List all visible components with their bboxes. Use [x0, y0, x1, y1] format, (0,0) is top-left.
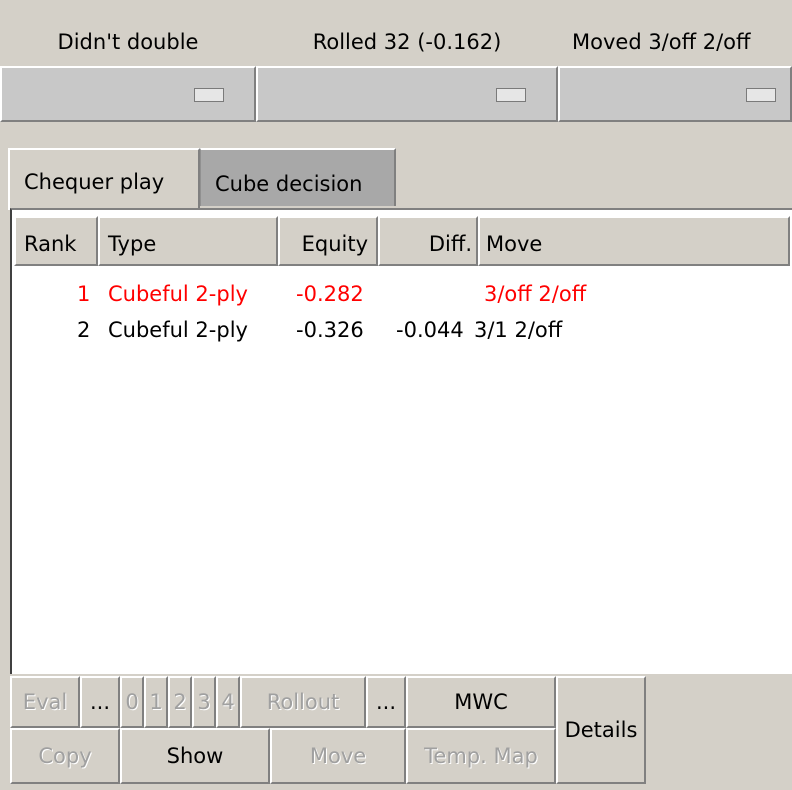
column-header-equity[interactable]: Equity — [278, 216, 378, 266]
details-button-label: Details — [564, 718, 638, 742]
row-equity: -0.282 — [296, 282, 364, 306]
show-button[interactable]: Show — [120, 728, 270, 784]
rollout-button-label: Rollout — [266, 690, 340, 714]
tab-cube-decision-label: Cube decision — [215, 172, 363, 196]
tab-chequer-play[interactable]: Chequer play — [8, 148, 200, 210]
temp-map-button-label: Temp. Map — [424, 744, 538, 768]
table-row[interactable]: 1 Cubeful 2-ply -0.282 3/off 2/off — [12, 282, 792, 316]
roll-status-button[interactable] — [256, 66, 558, 122]
eval-settings-button[interactable]: ... — [80, 676, 120, 728]
tab-cube-decision[interactable]: Cube decision — [200, 148, 396, 206]
column-header-type-label: Type — [108, 232, 157, 256]
row-rank: 1 — [77, 282, 91, 306]
eval-button[interactable]: Eval — [10, 676, 80, 728]
double-status-button[interactable] — [0, 66, 256, 122]
ply-2-button[interactable]: 2 — [168, 676, 192, 728]
column-header-equity-label: Equity — [301, 232, 368, 256]
eval-button-label: Eval — [22, 690, 68, 714]
rollout-settings-label: ... — [375, 690, 397, 714]
move-button-label: Move — [309, 744, 367, 768]
move-status: Moved 3/off 2/off — [558, 0, 792, 128]
row-type: Cubeful 2-ply — [108, 318, 248, 342]
rollout-button[interactable]: Rollout — [240, 676, 366, 728]
mwc-button[interactable]: MWC — [406, 676, 556, 728]
column-header-diff-label: Diff. — [428, 232, 472, 256]
move-status-label: Moved 3/off 2/off — [572, 30, 751, 54]
indicator-led-icon — [194, 88, 224, 102]
row-equity: -0.326 — [296, 318, 364, 342]
row-diff: -0.044 — [396, 318, 464, 342]
show-button-label: Show — [166, 744, 224, 768]
ply-2-label: 2 — [173, 690, 187, 714]
table-row[interactable]: 2 Cubeful 2-ply -0.326 -0.044 3/1 2/off — [12, 318, 792, 352]
move-status-button[interactable] — [558, 66, 792, 122]
column-header-rank-label: Rank — [24, 232, 77, 256]
ply-3-label: 3 — [197, 690, 211, 714]
temp-map-button[interactable]: Temp. Map — [406, 728, 556, 784]
ply-4-label: 4 — [221, 690, 235, 714]
ply-0-button[interactable]: 0 — [120, 676, 144, 728]
indicator-led-icon — [496, 88, 526, 102]
column-header-move-label: Move — [486, 232, 543, 256]
ply-3-button[interactable]: 3 — [192, 676, 216, 728]
eval-settings-label: ... — [89, 690, 111, 714]
move-list[interactable]: Rank Type Equity Diff. Move 1 Cubeful 2-… — [10, 208, 792, 674]
tab-chequer-play-label: Chequer play — [24, 170, 165, 194]
column-header-type[interactable]: Type — [98, 216, 278, 266]
row-move: 3/off 2/off — [484, 282, 587, 306]
copy-button[interactable]: Copy — [10, 728, 120, 784]
column-header-rank[interactable]: Rank — [14, 216, 98, 266]
ply-1-label: 1 — [149, 690, 163, 714]
indicator-led-icon — [746, 88, 776, 102]
row-move: 3/1 2/off — [474, 318, 563, 342]
row-type: Cubeful 2-ply — [108, 282, 248, 306]
row-rank: 2 — [77, 318, 91, 342]
roll-status-label: Rolled 32 (-0.162) — [312, 30, 502, 54]
ply-0-label: 0 — [125, 690, 139, 714]
roll-status: Rolled 32 (-0.162) — [256, 0, 558, 128]
ply-4-button[interactable]: 4 — [216, 676, 240, 728]
mwc-button-label: MWC — [454, 690, 508, 714]
copy-button-label: Copy — [38, 744, 92, 768]
ply-1-button[interactable]: 1 — [144, 676, 168, 728]
column-header-diff[interactable]: Diff. — [378, 216, 478, 266]
move-button[interactable]: Move — [270, 728, 406, 784]
column-header-move[interactable]: Move — [478, 216, 790, 266]
rollout-settings-button[interactable]: ... — [366, 676, 406, 728]
double-status-label: Didn't double — [57, 30, 199, 54]
double-status: Didn't double — [0, 0, 256, 128]
details-button[interactable]: Details — [556, 676, 646, 784]
